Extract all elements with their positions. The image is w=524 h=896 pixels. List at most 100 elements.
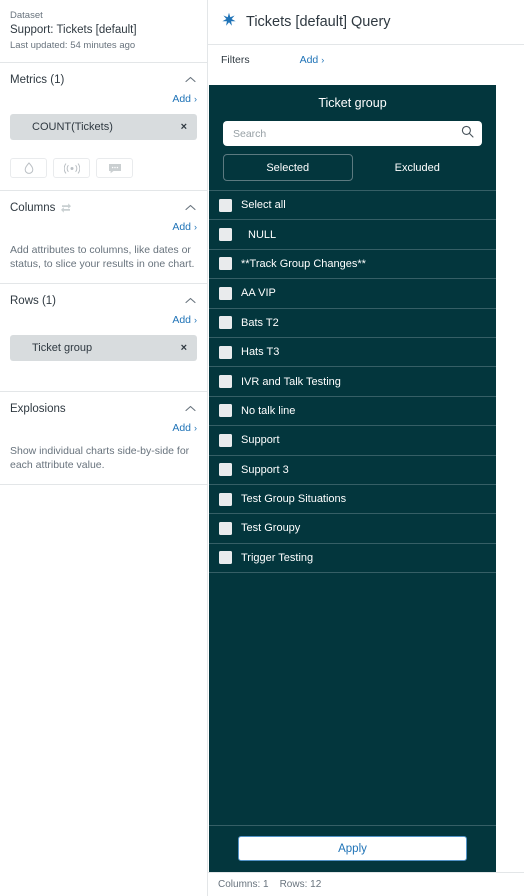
list-item-label: Trigger Testing — [241, 551, 314, 564]
chevron-right-icon: › — [194, 94, 197, 104]
chevron-right-icon: › — [194, 315, 197, 325]
query-sidebar: Dataset Support: Tickets [default] Last … — [0, 0, 208, 896]
list-item-label: Select all — [241, 199, 286, 212]
list-item[interactable]: Trigger Testing — [209, 544, 496, 574]
search-input[interactable] — [233, 127, 461, 140]
filters-bar: Filters Add › — [208, 45, 524, 74]
checkbox[interactable] — [219, 228, 232, 242]
dataset-title: Support: Tickets [default] — [10, 24, 137, 36]
list-item[interactable]: **Track Group Changes** — [209, 250, 496, 280]
sidebar-empty-space — [0, 485, 207, 896]
checkbox[interactable] — [219, 316, 232, 330]
metrics-add-button[interactable]: Add › — [172, 93, 197, 105]
list-item-label: Hats T3 — [241, 346, 280, 359]
droplet-icon[interactable] — [10, 158, 47, 178]
metric-chip-label: COUNT(Tickets) — [32, 121, 113, 133]
list-item-label: Test Groupy — [241, 522, 301, 535]
checkbox[interactable] — [219, 404, 232, 418]
remove-metric-icon[interactable]: × — [181, 121, 187, 133]
explosions-add-row: Add › — [10, 422, 197, 434]
search-box[interactable] — [223, 121, 482, 146]
list-item[interactable]: AA VIP — [209, 279, 496, 309]
list-item[interactable]: Support 3 — [209, 456, 496, 485]
list-item[interactable]: Test Group Situations — [209, 485, 496, 515]
checkbox[interactable] — [219, 463, 232, 477]
chevron-up-icon[interactable] — [184, 402, 197, 415]
dropdown-search-wrap — [209, 121, 496, 146]
checkbox[interactable] — [219, 551, 232, 565]
broadcast-icon[interactable] — [53, 158, 90, 178]
rows-section: Rows (1) Add › Ticket group × — [0, 284, 207, 392]
tab-selected[interactable]: Selected — [223, 154, 353, 181]
dataset-last-updated: Last updated: 54 minutes ago — [10, 40, 136, 51]
chevron-up-icon[interactable] — [184, 73, 197, 86]
sparkle-star-icon — [221, 12, 237, 33]
query-title: Tickets [default] Query — [246, 14, 391, 30]
list-item[interactable]: NULL — [209, 220, 496, 250]
ticket-group-filter-dropdown: Ticket group Selected E — [209, 85, 496, 872]
chevron-up-icon[interactable] — [184, 294, 197, 307]
option-list[interactable]: Select all NULL **Track Group Changes** … — [209, 190, 496, 825]
explosions-title: Explosions — [10, 402, 66, 415]
dataset-header: Dataset Support: Tickets [default] Last … — [0, 0, 207, 63]
status-rows-count: Rows: 12 — [279, 879, 322, 890]
rows-title: Rows (1) — [10, 294, 57, 307]
metrics-section: Metrics (1) Add › COUNT(Tickets) × — [0, 63, 207, 191]
checkbox[interactable] — [219, 433, 232, 447]
explosions-section: Explosions Add › Show individual charts … — [0, 392, 207, 485]
tab-excluded[interactable]: Excluded — [353, 154, 483, 181]
list-item[interactable]: Hats T3 — [209, 338, 496, 368]
metric-chip[interactable]: COUNT(Tickets) × — [10, 114, 197, 140]
query-builder-screen: Dataset Support: Tickets [default] Last … — [0, 0, 524, 896]
list-item[interactable]: No talk line — [209, 397, 496, 427]
list-item[interactable]: Support — [209, 426, 496, 456]
list-item[interactable]: Select all — [209, 191, 496, 221]
list-item[interactable]: Test Groupy — [209, 514, 496, 544]
search-icon[interactable] — [461, 125, 474, 143]
apply-bar: Apply — [209, 825, 496, 872]
checkbox[interactable] — [219, 286, 232, 300]
tab-selected-label: Selected — [266, 161, 310, 174]
columns-add-button[interactable]: Add › — [172, 221, 197, 233]
swap-rows-columns-icon[interactable] — [60, 202, 72, 214]
apply-button[interactable]: Apply — [238, 836, 467, 861]
columns-add-row: Add › — [10, 221, 197, 233]
comment-icon[interactable] — [96, 158, 133, 178]
metrics-header: Metrics (1) — [10, 73, 197, 86]
list-item-label: AA VIP — [241, 287, 276, 300]
filters-add-button[interactable]: Add › — [300, 54, 325, 66]
chevron-right-icon: › — [194, 222, 197, 232]
list-item-label: **Track Group Changes** — [241, 257, 366, 270]
chevron-up-icon[interactable] — [184, 201, 197, 214]
query-main-panel: Tickets [default] Query Filters Add › Ti… — [208, 0, 524, 896]
columns-header: Columns — [10, 201, 197, 214]
rows-add-row: Add › — [10, 314, 197, 326]
list-item-label: No talk line — [241, 404, 296, 417]
list-item-label: IVR and Talk Testing — [241, 375, 341, 388]
chevron-right-icon: › — [194, 423, 197, 433]
checkbox[interactable] — [219, 257, 232, 271]
checkbox[interactable] — [219, 345, 232, 359]
chevron-right-icon: › — [321, 54, 325, 65]
row-chip-label: Ticket group — [32, 342, 93, 354]
selection-mode-tabs: Selected Excluded — [209, 146, 496, 181]
checkbox[interactable] — [219, 521, 232, 535]
list-item-label: Support — [241, 434, 280, 447]
checkbox[interactable] — [219, 198, 232, 212]
checkbox[interactable] — [219, 375, 232, 389]
dropdown-title: Ticket group — [318, 96, 387, 110]
checkbox[interactable] — [219, 492, 232, 506]
metrics-add-row: Add › — [10, 93, 197, 105]
metrics-title: Metrics (1) — [10, 73, 65, 86]
explosions-add-button[interactable]: Add › — [172, 422, 197, 434]
explosions-add-label: Add — [172, 422, 191, 434]
columns-section: Columns Add › Add attributes to columns,… — [0, 191, 207, 284]
rows-add-button[interactable]: Add › — [172, 314, 197, 326]
row-chip[interactable]: Ticket group × — [10, 335, 197, 361]
remove-row-icon[interactable]: × — [181, 342, 187, 354]
metric-options-row — [10, 158, 197, 178]
list-item[interactable]: Bats T2 — [209, 309, 496, 338]
metrics-add-label: Add — [172, 93, 191, 105]
tab-excluded-label: Excluded — [394, 161, 440, 174]
list-item[interactable]: IVR and Talk Testing — [209, 367, 496, 397]
